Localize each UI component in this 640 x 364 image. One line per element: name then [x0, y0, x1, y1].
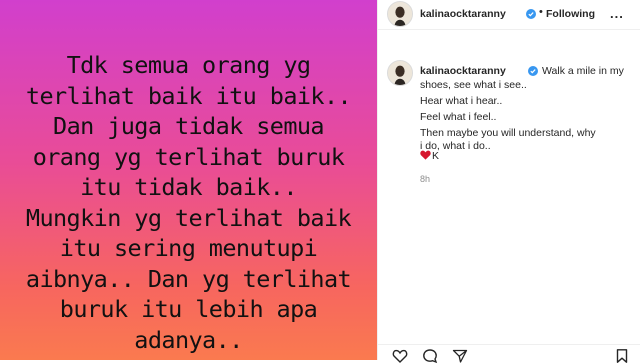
following-button[interactable]: Following: [546, 8, 595, 20]
comment-icon[interactable]: [422, 348, 438, 364]
post-header: kalinaocktaranny • Following ...: [378, 0, 640, 30]
caption-avatar[interactable]: [387, 60, 413, 86]
quote-line: Tdk semua orang yg: [66, 51, 311, 79]
share-icon[interactable]: [452, 348, 468, 364]
avatar[interactable]: [387, 1, 413, 27]
verified-icon: [528, 66, 538, 76]
post-timestamp[interactable]: 8h: [420, 174, 430, 184]
more-options-icon[interactable]: ...: [610, 6, 624, 21]
heart-emoji-icon: [420, 150, 431, 160]
quote-line: itu sering menutupi: [59, 234, 318, 262]
caption-text-line: Hear what i hear..: [420, 95, 503, 107]
quote-line: itu tidak baik..: [80, 173, 297, 201]
quote-line: adanya..: [134, 325, 243, 354]
caption-text-line: shoes, see what i see..: [420, 79, 527, 91]
caption-sign-line: K: [420, 150, 439, 162]
bookmark-icon[interactable]: [614, 348, 630, 364]
caption-sign: K: [432, 150, 440, 162]
like-icon[interactable]: [392, 348, 408, 364]
action-bar: [378, 344, 640, 364]
header-username[interactable]: kalinaocktaranny: [420, 8, 506, 20]
post-quote-text: Tdk semua orang yg terlihat baik itu bai…: [0, 50, 377, 355]
quote-line: orang yg terlihat buruk: [32, 142, 345, 171]
verified-icon: [526, 9, 536, 19]
quote-line: terlihat baik itu baik..: [25, 81, 352, 110]
separator-dot: •: [539, 6, 543, 18]
quote-line: Mungkin yg terlihat baik: [25, 203, 352, 232]
caption-text-line: Then maybe you will understand, why: [420, 127, 596, 139]
post-side-panel: kalinaocktaranny • Following ... kalinao…: [377, 0, 640, 364]
caption-text-line: Walk a mile in my: [542, 65, 624, 77]
quote-line: Dan juga tidak semua: [53, 112, 325, 140]
caption-text-line: Feel what i feel..: [420, 111, 497, 123]
caption-username[interactable]: kalinaocktaranny: [420, 65, 506, 77]
quote-line: buruk itu lebih apa: [59, 295, 318, 323]
quote-line: aibnya.. Dan yg terlihat: [25, 264, 352, 293]
post-image[interactable]: Tdk semua orang yg terlihat baik itu bai…: [0, 0, 377, 360]
